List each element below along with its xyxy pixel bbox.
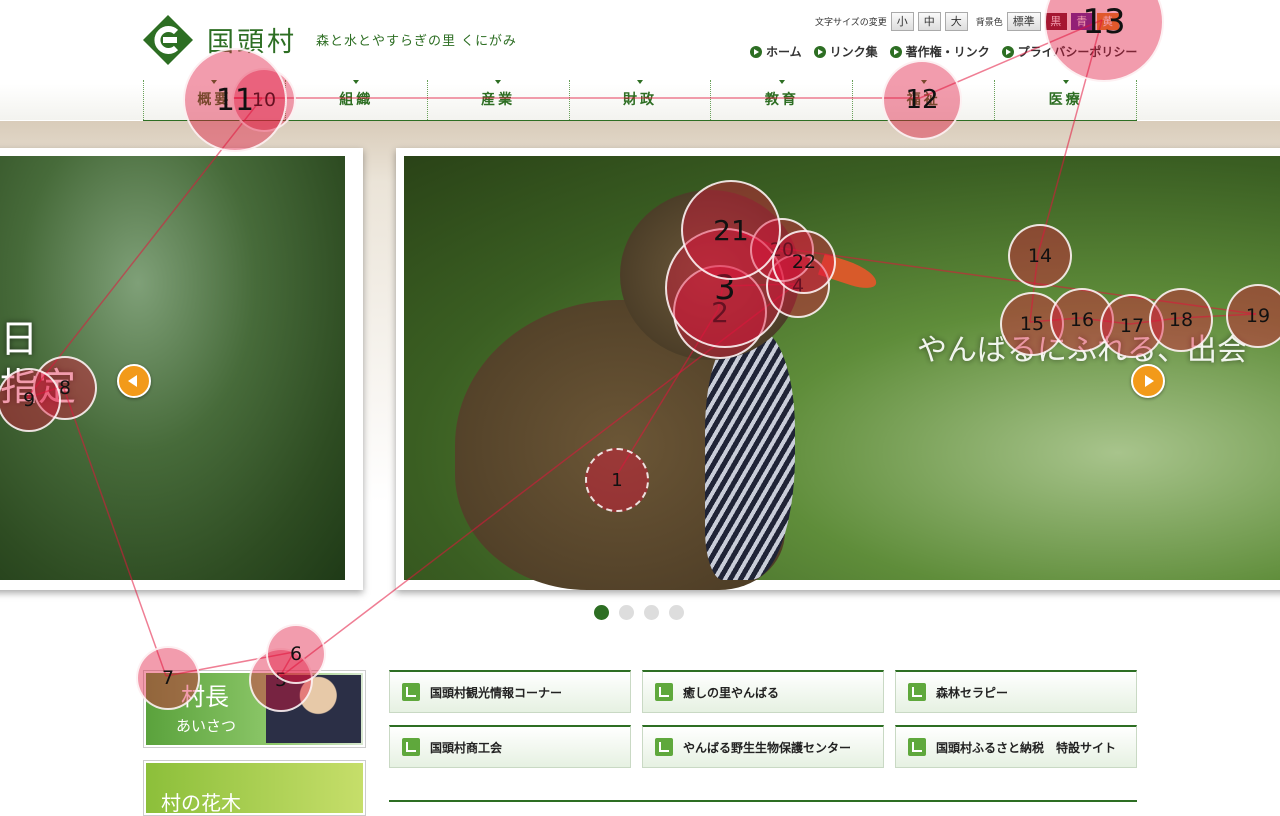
site-tagline: 森と水とやすらぎの里 くにがみ [316, 34, 517, 49]
links-link-label: リンク集 [829, 45, 878, 59]
external-link-icon [655, 683, 673, 701]
chevron-right-icon [1145, 375, 1154, 387]
heatmap-spot-18: 18 [1149, 288, 1213, 352]
link-healing-yanbaru[interactable]: 癒しの里やんばる [642, 670, 884, 713]
nav-item-organization[interactable]: 組織 [284, 80, 427, 120]
copyright-link-label: 著作権・リンク [905, 45, 990, 59]
links-link[interactable]: リンク集 [813, 43, 878, 60]
link-label: 癒しの里やんばる [683, 685, 780, 700]
heatmap-spot-9: 9 [0, 368, 61, 432]
font-medium-button[interactable]: 中 [917, 11, 941, 31]
link-furusato-tax[interactable]: 国頭村ふるさと納税 特設サイト [895, 725, 1137, 768]
bird-stripes-shape [705, 330, 795, 580]
slider-dot-3[interactable] [644, 605, 659, 620]
slider-dot-2[interactable] [619, 605, 634, 620]
external-link-icon [655, 738, 673, 756]
slider-pagination [594, 605, 684, 620]
heatmap-spot-7: 7 [136, 646, 200, 710]
link-wildlife-center[interactable]: やんばる野生生物保護センター [642, 725, 884, 768]
slider-dot-1[interactable] [594, 605, 609, 620]
arrow-circle-icon [750, 45, 762, 58]
home-link-label: ホーム [766, 45, 802, 59]
link-label: 森林セラピー [936, 685, 1009, 700]
external-link-icon [402, 738, 420, 756]
bg-standard-button[interactable]: 標準 [1006, 11, 1041, 31]
arrow-circle-icon [889, 45, 902, 58]
nav-item-education[interactable]: 教育 [710, 80, 852, 120]
font-large-button[interactable]: 大 [944, 11, 968, 31]
link-label: 国頭村観光情報コーナー [430, 685, 563, 700]
bg-color-label: 背景色 [975, 17, 1003, 28]
external-link-icon [908, 683, 926, 701]
heatmap-spot-22: 22 [772, 230, 836, 294]
copyright-link[interactable]: 著作権・リンク [889, 43, 990, 60]
heatmap-spot-1: 1 [585, 448, 649, 512]
chevron-left-icon [128, 375, 137, 387]
heatmap-spot-21: 21 [681, 180, 781, 280]
village-flower-banner[interactable]: 村の花木 [143, 760, 366, 816]
font-small-button[interactable]: 小 [890, 11, 914, 31]
slider-next-button[interactable] [1131, 364, 1165, 398]
slider-dot-4[interactable] [669, 605, 684, 620]
heatmap-spot-14: 14 [1008, 224, 1072, 288]
heatmap-spot-12: 12 [882, 60, 962, 140]
nav-item-industry[interactable]: 産業 [426, 80, 569, 120]
arrow-circle-icon [1001, 45, 1014, 58]
nav-item-medical[interactable]: 医療 [994, 80, 1138, 120]
heatmap-spot-11: 11 [183, 48, 287, 152]
mayor-subtitle: あいさつ [176, 717, 237, 735]
link-label: やんばる野生生物保護センター [683, 740, 852, 755]
link-label: 国頭村商工会 [430, 740, 503, 755]
external-link-icon [908, 738, 926, 756]
arrow-circle-icon [813, 45, 826, 58]
slider-prev-button[interactable] [117, 364, 151, 398]
section-divider [389, 800, 1137, 802]
link-tourism[interactable]: 国頭村観光情報コーナー [389, 670, 631, 713]
link-commerce[interactable]: 国頭村商工会 [389, 725, 631, 768]
link-label: 国頭村ふるさと納税 特設サイト [936, 740, 1117, 755]
heatmap-spot-6: 6 [266, 624, 326, 684]
flower-title: 村の花木 [161, 791, 241, 815]
link-forest-therapy[interactable]: 森林セラピー [895, 670, 1137, 713]
home-link[interactable]: ホーム [750, 43, 802, 60]
external-link-icon [402, 683, 420, 701]
nav-item-finance[interactable]: 財政 [568, 80, 711, 120]
village-logo-icon[interactable] [143, 15, 193, 65]
font-size-label: 文字サイズの変更 [815, 17, 887, 28]
